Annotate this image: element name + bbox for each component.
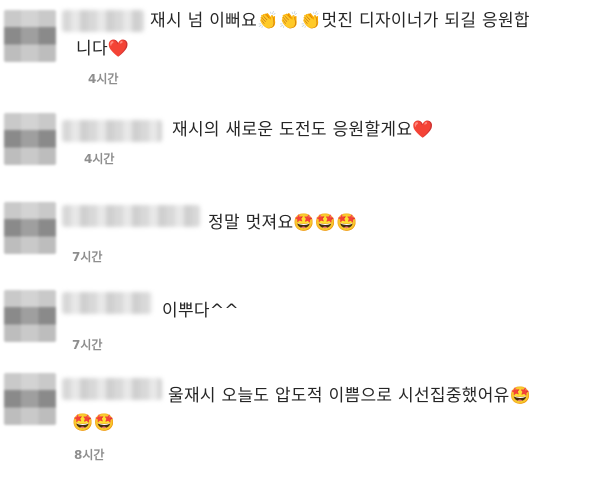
avatar[interactable] — [4, 373, 56, 425]
comment-timestamp[interactable]: 4시간 — [88, 70, 118, 87]
username-blurred[interactable] — [62, 205, 200, 227]
avatar[interactable] — [4, 10, 56, 62]
username-blurred[interactable] — [62, 10, 144, 32]
avatar[interactable] — [4, 202, 56, 254]
comment-text: 정말 멋져요🤩🤩🤩 — [208, 213, 358, 233]
comment-timestamp[interactable]: 8시간 — [74, 446, 104, 463]
comment-text: 재시의 새로운 도전도 응원할게요❤️ — [172, 120, 434, 140]
username-blurred[interactable] — [62, 292, 152, 314]
comment-text-continued: 🤩🤩 — [72, 413, 115, 433]
comment-timestamp[interactable]: 7시간 — [72, 248, 102, 265]
comment-timestamp[interactable]: 7시간 — [72, 336, 102, 353]
username-blurred[interactable] — [62, 378, 162, 400]
avatar[interactable] — [4, 290, 56, 342]
comment-text: 울재시 오늘도 압도적 이쁨으로 시선집중했어유🤩 — [168, 386, 532, 406]
avatar[interactable] — [4, 113, 56, 165]
comment-timestamp[interactable]: 4시간 — [84, 150, 114, 167]
comment-text-continued: 니다❤️ — [76, 39, 130, 59]
comment-text: 재시 넘 이뻐요👏👏👏멋진 디자이너가 되길 응원합 — [150, 11, 530, 31]
comment-text: 이뿌다^^ — [162, 301, 239, 321]
username-blurred[interactable] — [62, 120, 162, 142]
